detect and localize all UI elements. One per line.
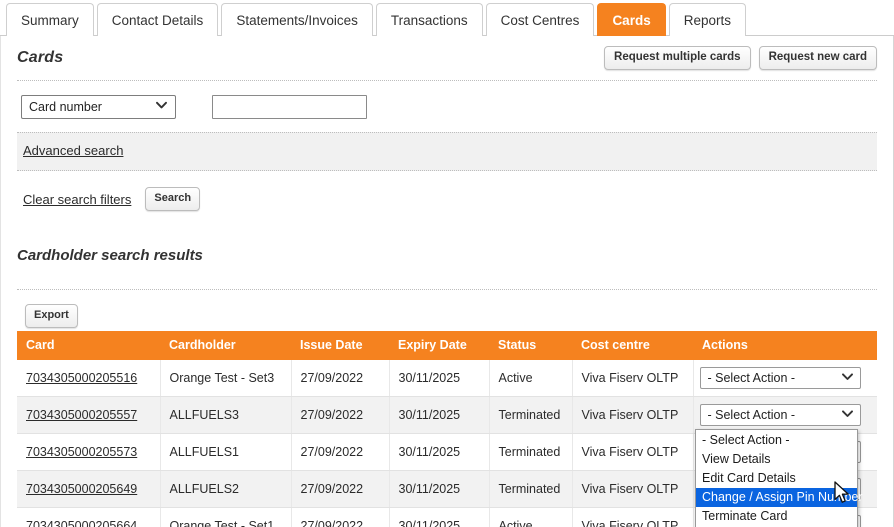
- results-heading: Cardholder search results: [17, 247, 203, 264]
- card-number-link[interactable]: 7034305000205516: [26, 371, 137, 385]
- tab-contact-details[interactable]: Contact Details: [96, 3, 219, 36]
- request-new-card-button[interactable]: Request new card: [758, 45, 877, 71]
- action-dropdown-menu[interactable]: - Select Action - View Details Edit Card D…: [695, 429, 863, 527]
- search-row: Card number: [1, 81, 893, 132]
- cell-issue-date: 27/09/2022: [291, 396, 390, 434]
- search-button[interactable]: Search: [145, 187, 201, 211]
- action-select-value: - Select Action -: [707, 371, 796, 385]
- cell-issue-date: 27/09/2022: [291, 470, 390, 508]
- cell-issue-date: 27/09/2022: [291, 360, 390, 397]
- cell-cost-centre: Viva Fiserv OLTP: [572, 433, 694, 471]
- cell-issue-date: 27/09/2022: [291, 433, 390, 471]
- cell-cost-centre: Viva Fiserv OLTP: [572, 507, 694, 527]
- request-multiple-cards-button[interactable]: Request multiple cards: [604, 45, 751, 71]
- table-header-row: Card Cardholder Issue Date Expiry Date S…: [17, 331, 877, 360]
- chevron-down-icon: [841, 409, 853, 421]
- action-dropdown-option[interactable]: Change / Assign Pin Number: [696, 488, 863, 507]
- action-select[interactable]: - Select Action -: [699, 367, 861, 389]
- tab-label: Summary: [21, 12, 79, 28]
- main-tab-bar: Summary Contact Details Statements/Invoi…: [0, 0, 894, 36]
- column-header-issue-date: Issue Date: [291, 331, 389, 360]
- tab-summary[interactable]: Summary: [6, 3, 94, 36]
- cell-expiry-date: 30/11/2025: [389, 360, 490, 397]
- cell-cardholder: ALLFUELS1: [160, 433, 292, 471]
- cell-expiry-date: 30/11/2025: [389, 470, 490, 508]
- tab-statements-invoices[interactable]: Statements/Invoices: [221, 3, 373, 36]
- cell-card: 7034305000205573: [17, 433, 161, 471]
- advanced-search-link[interactable]: Advanced search: [23, 143, 123, 158]
- cell-cost-centre: Viva Fiserv OLTP: [572, 396, 694, 434]
- tab-label: Reports: [683, 12, 731, 28]
- action-dropdown-option[interactable]: Edit Card Details: [696, 469, 857, 488]
- page-title-row: Cards Request multiple cards Request new…: [1, 36, 893, 80]
- export-button[interactable]: Export: [25, 304, 78, 328]
- tab-label: Contact Details: [111, 12, 204, 28]
- page-title-actions: Request multiple cards Request new card: [604, 45, 877, 71]
- column-header-status: Status: [489, 331, 572, 360]
- card-number-link[interactable]: 7034305000205573: [26, 445, 137, 459]
- action-dropdown-option[interactable]: View Details: [696, 450, 857, 469]
- cell-actions: - Select Action -: [693, 360, 877, 397]
- advanced-search-band: Advanced search: [17, 132, 877, 171]
- cell-cardholder: Orange Test - Set1: [160, 507, 292, 527]
- cell-card: 7034305000205557: [17, 396, 161, 434]
- column-header-card: Card: [17, 331, 160, 360]
- tab-label: Cards: [612, 12, 651, 28]
- chevron-down-icon: [841, 372, 853, 384]
- cell-card: 7034305000205649: [17, 470, 161, 508]
- table-row: 7034305000205516 Orange Test - Set3 27/09/…: [17, 360, 877, 397]
- column-header-expiry-date: Expiry Date: [389, 331, 489, 360]
- cell-cardholder: ALLFUELS2: [160, 470, 292, 508]
- cell-status: Active: [489, 507, 573, 527]
- cell-cardholder: Orange Test - Set3: [160, 360, 292, 397]
- search-field-select-wrap: Card number: [21, 95, 176, 119]
- search-field-select[interactable]: Card number: [21, 95, 176, 119]
- cell-card: 7034305000205516: [17, 360, 161, 397]
- cell-issue-date: 27/09/2022: [291, 507, 390, 527]
- action-dropdown-option[interactable]: - Select Action -: [696, 431, 857, 450]
- search-value-input[interactable]: [212, 95, 367, 119]
- cell-cost-centre: Viva Fiserv OLTP: [572, 360, 694, 397]
- cards-page: Summary Contact Details Statements/Invoi…: [0, 0, 894, 527]
- tab-label: Statements/Invoices: [236, 12, 358, 28]
- clear-search-filters-link[interactable]: Clear search filters: [23, 192, 131, 207]
- column-header-cardholder: Cardholder: [160, 331, 291, 360]
- cell-expiry-date: 30/11/2025: [389, 507, 490, 527]
- tab-cards[interactable]: Cards: [597, 3, 666, 36]
- table-row: 7034305000205557 ALLFUELS3 27/09/2022 30/11…: [17, 396, 877, 434]
- card-number-link[interactable]: 7034305000205557: [26, 408, 137, 422]
- cell-expiry-date: 30/11/2025: [389, 433, 490, 471]
- cell-cost-centre: Viva Fiserv OLTP: [572, 470, 694, 508]
- action-select[interactable]: - Select Action -: [699, 404, 861, 426]
- cell-expiry-date: 30/11/2025: [389, 396, 490, 434]
- filter-row: Clear search filters Search: [1, 171, 893, 211]
- cell-cardholder: ALLFUELS3: [160, 396, 292, 434]
- cell-status: Active: [489, 360, 573, 397]
- tab-label: Cost Centres: [500, 12, 580, 28]
- table-head: Card Cardholder Issue Date Expiry Date S…: [17, 331, 877, 360]
- page-body: Cards Request multiple cards Request new…: [0, 36, 894, 527]
- cell-actions: - Select Action -: [693, 396, 877, 434]
- page-title: Cards: [17, 49, 64, 66]
- cell-status: Terminated: [489, 396, 573, 434]
- tab-reports[interactable]: Reports: [668, 3, 746, 36]
- column-header-actions: Actions: [693, 331, 877, 360]
- cell-status: Terminated: [489, 433, 573, 471]
- export-row: Export: [1, 290, 893, 328]
- action-select-value: - Select Action -: [707, 408, 796, 422]
- card-number-link[interactable]: 7034305000205664: [26, 519, 137, 527]
- card-number-link[interactable]: 7034305000205649: [26, 482, 137, 496]
- column-header-cost-centre: Cost centre: [572, 331, 693, 360]
- cell-card: 7034305000205664: [17, 507, 161, 527]
- cell-status: Terminated: [489, 470, 573, 508]
- tab-transactions[interactable]: Transactions: [375, 3, 483, 36]
- action-dropdown-option[interactable]: Terminate Card: [696, 507, 857, 526]
- tab-label: Transactions: [390, 12, 468, 28]
- tab-cost-centres[interactable]: Cost Centres: [485, 3, 595, 36]
